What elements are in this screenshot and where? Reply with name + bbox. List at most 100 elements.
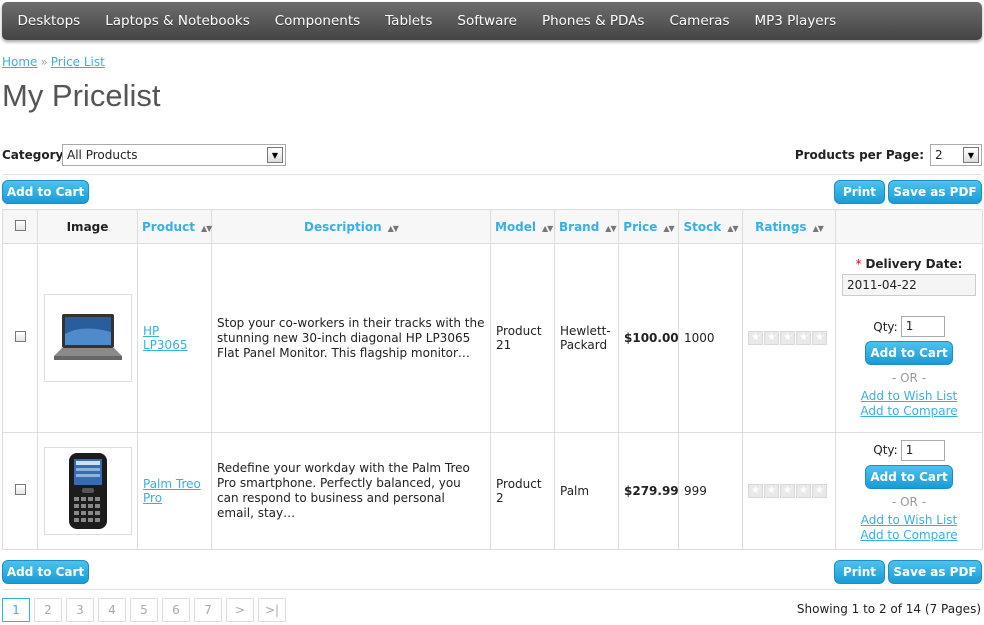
header-model[interactable]: Model ▲▼ <box>490 209 555 244</box>
add-to-cart-button-bottom[interactable]: Add to Cart <box>2 560 89 584</box>
nav-phones[interactable]: Phones & PDAs <box>529 13 657 29</box>
header-description[interactable]: Description ▲▼ <box>211 209 491 244</box>
qty-label: Qty: <box>873 443 898 457</box>
row-rating: ★ ★ ★ ★ ★ <box>742 432 836 550</box>
sort-icon: ▲▼ <box>812 223 824 233</box>
qty-input[interactable]: 1 <box>900 439 945 461</box>
nav-software[interactable]: Software <box>445 13 530 29</box>
pagination: 1 2 3 4 5 6 7 > >| <box>2 598 286 622</box>
header-ratings[interactable]: Ratings ▲▼ <box>742 209 836 244</box>
top-nav: Desktops Laptops & Notebooks Components … <box>2 2 982 40</box>
nav-desktops[interactable]: Desktops <box>5 13 93 29</box>
row-stock: 1000 <box>678 243 743 433</box>
nav-cameras[interactable]: Cameras <box>657 13 742 29</box>
add-to-compare-link[interactable]: Add to Compare <box>841 404 977 419</box>
add-to-cart-button[interactable]: Add to Cart <box>865 464 953 489</box>
product-link[interactable]: HP LP3065 <box>143 324 187 352</box>
rating-stars: ★ ★ ★ ★ ★ <box>748 484 830 498</box>
row-cart-cell: * Delivery Date: 2011-04-22 Qty: 1 Add t… <box>835 243 983 433</box>
breadcrumb-pricelist-link[interactable]: Price List <box>51 55 105 69</box>
per-page-label: Products per Page: <box>794 148 924 162</box>
sort-icon: ▲▼ <box>727 223 738 233</box>
add-to-wishlist-link[interactable]: Add to Wish List <box>841 389 977 404</box>
header-description-label: Description <box>304 219 382 234</box>
add-to-cart-button-top[interactable]: Add to Cart <box>2 180 89 204</box>
nav-tablets[interactable]: Tablets <box>373 13 445 29</box>
row-checkbox[interactable] <box>14 331 26 342</box>
per-page-select[interactable]: 2 ▼ <box>930 144 982 166</box>
row-cart-cell: Qty: 1 Add to Cart - OR - Add to Wish Li… <box>835 432 983 550</box>
header-image: Image <box>37 209 138 244</box>
row-brand: Palm <box>554 432 619 550</box>
header-cart <box>835 209 983 244</box>
sort-icon: ▲▼ <box>605 223 616 233</box>
page-link-2[interactable]: 2 <box>34 598 62 622</box>
page-link-4[interactable]: 4 <box>98 598 126 622</box>
category-select-value: All Products <box>67 148 138 162</box>
filter-row: Category: All Products ▼ Products per Pa… <box>2 144 982 168</box>
nav-laptops[interactable]: Laptops & Notebooks <box>93 13 263 29</box>
page-link-3[interactable]: 3 <box>66 598 94 622</box>
star-icon: ★ <box>764 331 779 345</box>
star-icon: ★ <box>796 331 811 345</box>
row-description: Redefine your workday with the Palm Treo… <box>211 432 491 550</box>
add-to-wishlist-link[interactable]: Add to Wish List <box>841 513 977 528</box>
print-button-top[interactable]: Print <box>834 180 885 204</box>
header-model-label: Model <box>495 219 537 234</box>
row-checkbox[interactable] <box>14 484 26 495</box>
row-image-cell <box>37 432 138 550</box>
row-model: Product 21 <box>490 243 555 433</box>
breadcrumb: Home» Price List <box>2 55 105 69</box>
header-product-label: Product <box>142 219 195 234</box>
print-button-bottom[interactable]: Print <box>834 560 885 584</box>
breadcrumb-home-link[interactable]: Home <box>2 55 37 69</box>
nav-mp3[interactable]: MP3 Players <box>742 13 849 29</box>
delivery-date-label: * Delivery Date: <box>841 257 977 271</box>
table-row: Palm Treo Pro Redefine your workday with… <box>2 432 983 550</box>
star-icon: ★ <box>796 484 811 498</box>
divider <box>2 174 982 175</box>
star-icon: ★ <box>780 484 795 498</box>
delivery-date-input[interactable]: 2011-04-22 <box>842 274 976 296</box>
add-to-compare-link[interactable]: Add to Compare <box>841 528 977 543</box>
delivery-label-text: Delivery Date: <box>865 257 963 271</box>
star-icon: ★ <box>748 484 763 498</box>
nav-components[interactable]: Components <box>262 13 372 29</box>
page-link-5[interactable]: 5 <box>130 598 158 622</box>
row-description: Stop your co-workers in their tracks wit… <box>211 243 491 433</box>
row-brand: Hewlett-Packard <box>554 243 619 433</box>
header-price[interactable]: Price ▲▼ <box>618 209 679 244</box>
header-price-label: Price <box>623 219 658 234</box>
save-pdf-button-bottom[interactable]: Save as PDF <box>888 560 982 584</box>
star-icon: ★ <box>780 331 795 345</box>
header-brand[interactable]: Brand ▲▼ <box>554 209 619 244</box>
star-icon: ★ <box>812 331 827 345</box>
divider <box>2 589 982 590</box>
per-page-select-value: 2 <box>935 148 943 162</box>
sort-icon: ▲▼ <box>542 223 553 233</box>
save-pdf-button-top[interactable]: Save as PDF <box>888 180 982 204</box>
product-link[interactable]: Palm Treo Pro <box>143 477 201 505</box>
header-product[interactable]: Product ▲▼ <box>137 209 212 244</box>
laptop-icon[interactable] <box>43 294 132 382</box>
header-ratings-label: Ratings <box>755 219 807 234</box>
row-image-cell <box>37 243 138 433</box>
category-label: Category: <box>2 148 69 162</box>
add-to-cart-button[interactable]: Add to Cart <box>865 341 953 365</box>
row-product-cell: Palm Treo Pro <box>137 432 212 550</box>
sort-icon: ▲▼ <box>663 223 674 233</box>
page-link-7[interactable]: 7 <box>194 598 222 622</box>
price-table: Image Product ▲▼ Description ▲▼ Model ▲▼ Br… <box>2 209 983 550</box>
select-all-checkbox[interactable] <box>14 219 26 231</box>
category-select[interactable]: All Products ▼ <box>62 144 286 166</box>
page-link-1[interactable]: 1 <box>2 598 30 622</box>
chevron-down-icon: ▼ <box>963 147 979 163</box>
smartphone-icon[interactable] <box>43 447 132 535</box>
last-page-link[interactable]: >| <box>258 598 286 622</box>
header-stock[interactable]: Stock ▲▼ <box>678 209 743 244</box>
qty-input[interactable]: 1 <box>900 316 945 337</box>
breadcrumb-separator: » <box>40 55 48 69</box>
page-link-6[interactable]: 6 <box>162 598 190 622</box>
pagination-summary: Showing 1 to 2 of 14 (7 Pages) <box>796 602 981 616</box>
next-page-link[interactable]: > <box>226 598 254 622</box>
